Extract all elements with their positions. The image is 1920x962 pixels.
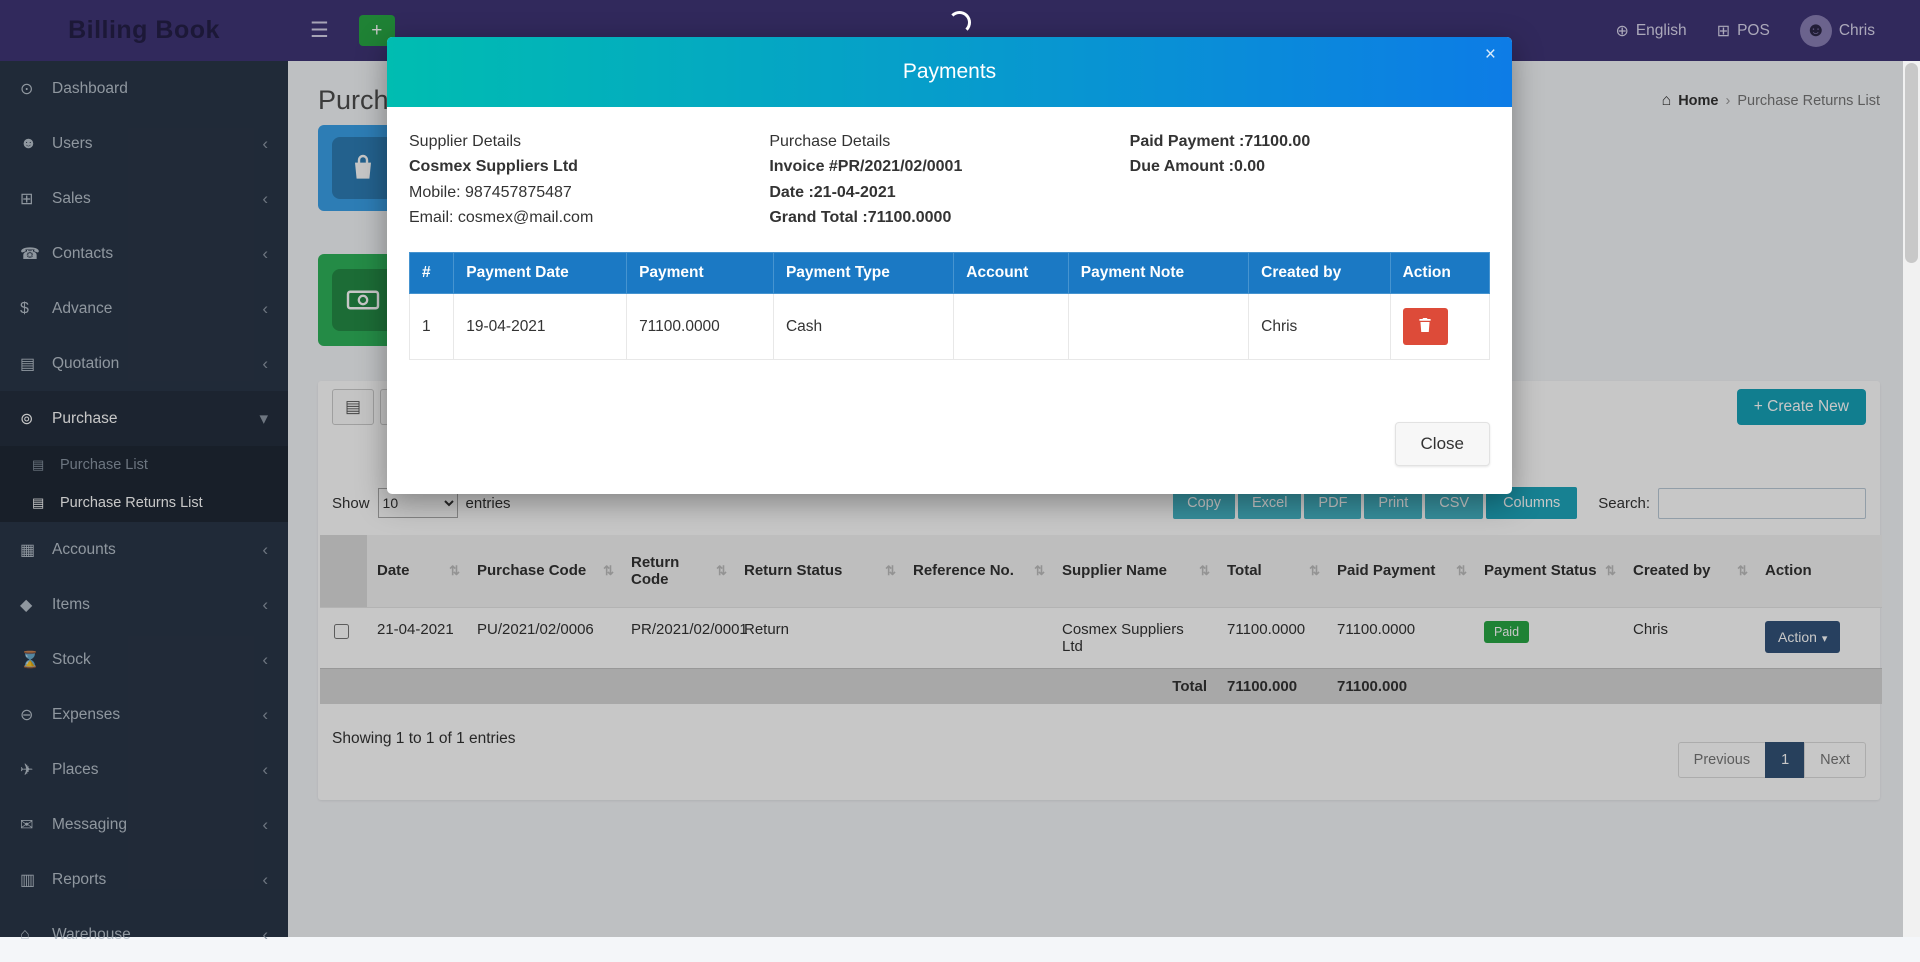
payments-table: # Payment Date Payment Payment Type Acco… xyxy=(409,252,1490,360)
purchase-date: Date :21-04-2021 xyxy=(769,180,1129,205)
pay-cell-created-by: Chris xyxy=(1249,294,1390,360)
scrollbar-thumb[interactable] xyxy=(1905,63,1918,263)
payments-modal-header: Payments × xyxy=(387,37,1512,107)
modal-close-button[interactable]: Close xyxy=(1395,422,1490,466)
pay-col-account: Account xyxy=(954,253,1068,294)
supplier-email: Email: cosmex@mail.com xyxy=(409,205,769,230)
payment-row: 1 19-04-2021 71100.0000 Cash Chris xyxy=(410,294,1490,360)
supplier-details-heading: Supplier Details xyxy=(409,129,769,154)
payments-header-row: # Payment Date Payment Payment Type Acco… xyxy=(410,253,1490,294)
purchase-details-heading: Purchase Details xyxy=(769,129,1129,154)
trash-icon xyxy=(1418,317,1432,336)
pay-col-payment: Payment xyxy=(627,253,774,294)
pay-col-payment-date: Payment Date xyxy=(454,253,627,294)
purchase-grand-total: Grand Total :71100.0000 xyxy=(769,205,1129,230)
modal-footer: Close xyxy=(409,422,1490,466)
pay-col-created-by: Created by xyxy=(1249,253,1390,294)
payments-modal-body: Supplier Details Cosmex Suppliers Ltd Mo… xyxy=(387,107,1512,494)
pay-cell-type: Cash xyxy=(773,294,953,360)
purchase-details: Purchase Details Invoice #PR/2021/02/000… xyxy=(769,129,1129,230)
pay-cell-num: 1 xyxy=(410,294,454,360)
pay-cell-action xyxy=(1390,294,1489,360)
supplier-mobile: Mobile: 987457875487 xyxy=(409,180,769,205)
modal-title: Payments xyxy=(903,60,996,84)
payment-summary: Paid Payment :71100.00 Due Amount :0.00 xyxy=(1130,129,1490,230)
scrollbar[interactable] xyxy=(1903,61,1920,937)
pay-col-num: # xyxy=(410,253,454,294)
modal-close-icon[interactable]: × xyxy=(1485,45,1496,64)
pay-cell-date: 19-04-2021 xyxy=(454,294,627,360)
paid-payment-text: Paid Payment :71100.00 xyxy=(1130,129,1490,154)
payments-modal: Payments × Supplier Details Cosmex Suppl… xyxy=(387,37,1512,494)
pay-col-payment-note: Payment Note xyxy=(1068,253,1248,294)
pay-col-action: Action xyxy=(1390,253,1489,294)
supplier-name: Cosmex Suppliers Ltd xyxy=(409,154,769,179)
delete-payment-button[interactable] xyxy=(1403,308,1448,345)
purchase-invoice: Invoice #PR/2021/02/0001 xyxy=(769,154,1129,179)
pay-cell-payment: 71100.0000 xyxy=(627,294,774,360)
pay-col-payment-type: Payment Type xyxy=(773,253,953,294)
pay-cell-note xyxy=(1068,294,1248,360)
pay-cell-account xyxy=(954,294,1068,360)
due-amount-text: Due Amount :0.00 xyxy=(1130,154,1490,179)
loading-spinner xyxy=(948,11,971,34)
supplier-details: Supplier Details Cosmex Suppliers Ltd Mo… xyxy=(409,129,769,230)
payment-info-row: Supplier Details Cosmex Suppliers Ltd Mo… xyxy=(409,129,1490,230)
